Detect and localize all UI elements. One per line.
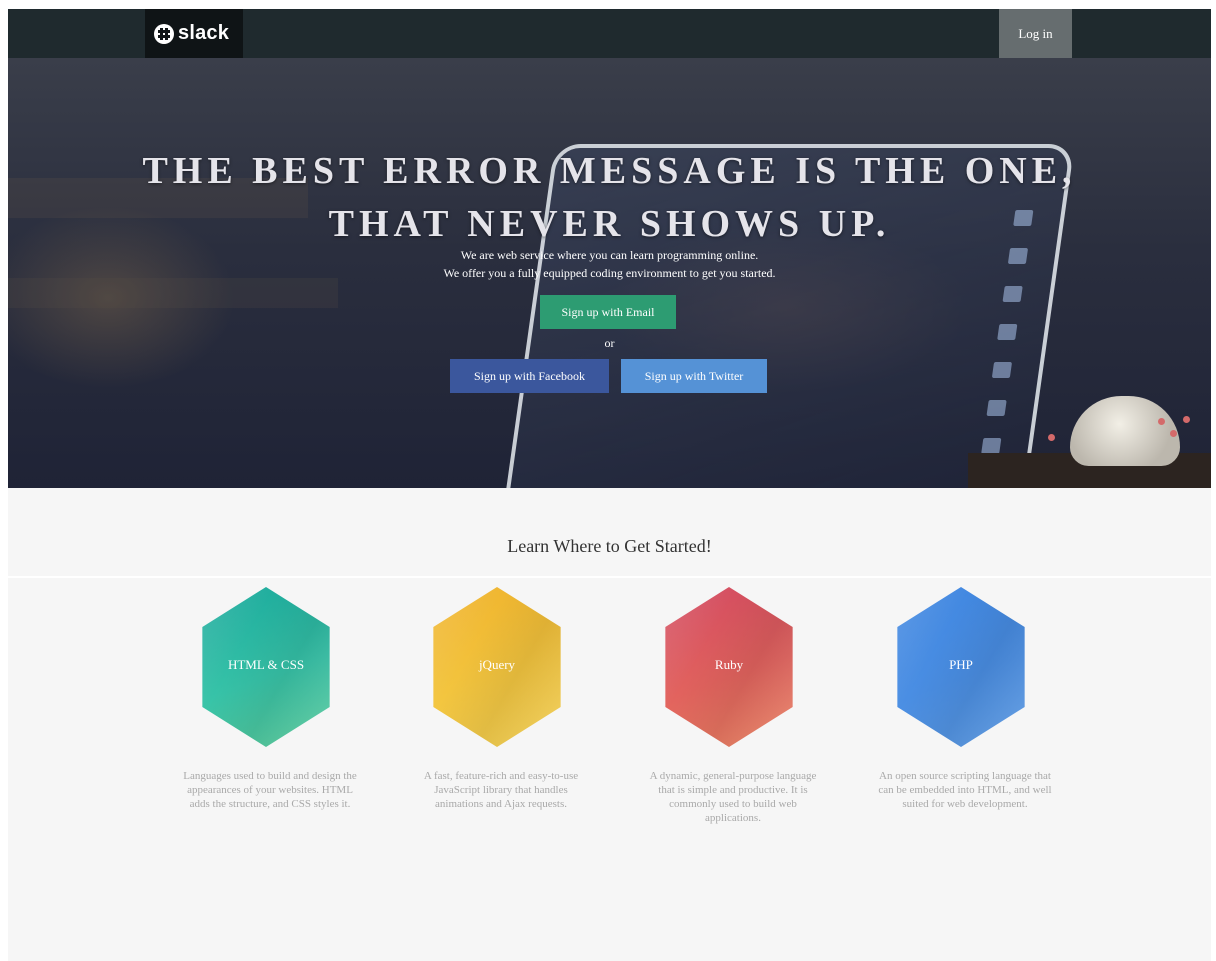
logo-text: slack bbox=[178, 22, 230, 44]
course-hexagon-jquery[interactable]: jQuery bbox=[433, 587, 561, 747]
background-decor bbox=[1158, 418, 1165, 425]
course-label: PHP bbox=[949, 657, 973, 672]
signup-email-button[interactable]: Sign up with Email bbox=[540, 295, 676, 329]
course-description: A dynamic, general-purpose language that… bbox=[649, 770, 817, 824]
course-description: Languages used to build and design the a… bbox=[183, 770, 357, 810]
hero-title-line2: THAT NEVER SHOWS UP. bbox=[328, 203, 891, 245]
background-decor bbox=[1070, 396, 1180, 466]
course-label: jQuery bbox=[478, 657, 516, 672]
background-decor bbox=[1183, 416, 1190, 423]
navbar: slack Log in bbox=[8, 9, 1211, 58]
section-title: Learn Where to Get Started! bbox=[507, 536, 712, 556]
course-hexagon-php[interactable]: PHP bbox=[897, 587, 1025, 747]
page-frame: slack Log in THE BEST ERROR MESSAGE IS T… bbox=[8, 9, 1211, 961]
hero-subtitle-line1: We are web service where you can learn p… bbox=[460, 248, 759, 262]
slack-logo-icon bbox=[154, 23, 174, 44]
signup-facebook-button[interactable]: Sign up with Facebook bbox=[450, 359, 609, 393]
course-label: Ruby bbox=[714, 657, 744, 672]
course-label: HTML & CSS bbox=[227, 657, 305, 672]
hero-subtitle-line2: We offer you a fully equipped coding env… bbox=[443, 266, 776, 280]
background-shelf bbox=[8, 278, 338, 308]
course-hexagon-ruby[interactable]: Ruby bbox=[665, 587, 793, 747]
background-decor bbox=[1048, 434, 1055, 441]
hero-title-line1: THE BEST ERROR MESSAGE IS THE ONE, bbox=[142, 150, 1077, 192]
hero-section: THE BEST ERROR MESSAGE IS THE ONE, THAT … bbox=[8, 58, 1211, 488]
course-description: A fast, feature-rich and easy-to-use Jav… bbox=[423, 770, 579, 810]
section-divider bbox=[8, 576, 1211, 578]
or-separator: or bbox=[604, 336, 615, 350]
login-button[interactable]: Log in bbox=[999, 9, 1072, 58]
signup-twitter-button[interactable]: Sign up with Twitter bbox=[621, 359, 767, 393]
background-decor bbox=[1170, 430, 1177, 437]
course-description: An open source scripting language that c… bbox=[878, 770, 1052, 810]
course-hexagon-html-css[interactable]: HTML & CSS bbox=[202, 587, 330, 747]
slack-logo[interactable]: slack bbox=[145, 9, 243, 58]
